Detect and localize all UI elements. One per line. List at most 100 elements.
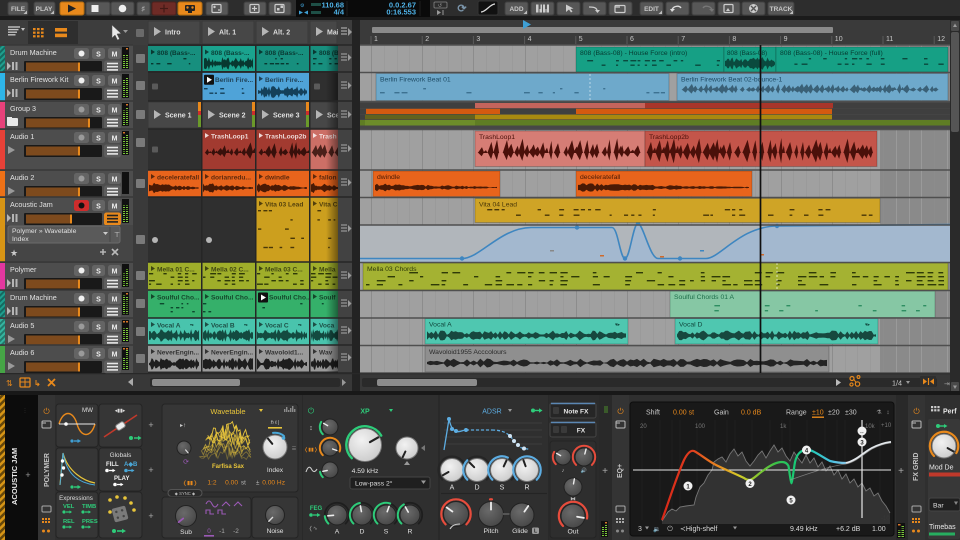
svg-text:Drum Machine: Drum Machine xyxy=(10,293,57,302)
svg-text:5: 5 xyxy=(579,36,583,43)
svg-text:+: + xyxy=(148,465,153,475)
svg-text:9.49 kHz: 9.49 kHz xyxy=(790,526,818,533)
svg-text:1/4: 1/4 xyxy=(892,379,902,388)
svg-text:A: A xyxy=(450,485,455,492)
svg-text:808 (Bass-...: 808 (Bass-... xyxy=(157,50,196,57)
svg-text:Vita 04 Lead: Vita 04 Lead xyxy=(479,202,517,209)
svg-text:FX: FX xyxy=(577,428,586,435)
svg-text:4/4: 4/4 xyxy=(334,8,345,17)
svg-text:±20: ±20 xyxy=(828,410,840,417)
svg-text:M: M xyxy=(112,352,118,359)
svg-text:Soulful Cho...: Soulful Cho... xyxy=(269,295,312,302)
svg-text:10k: 10k xyxy=(865,424,876,430)
svg-text:0.0 dB: 0.0 dB xyxy=(741,410,762,417)
svg-text:Shift: Shift xyxy=(646,410,660,417)
svg-text:Wavoloid1955 Acccolours: Wavoloid1955 Acccolours xyxy=(429,349,507,356)
svg-text:S: S xyxy=(96,352,101,359)
svg-text:REL: REL xyxy=(63,519,75,525)
svg-text:S: S xyxy=(96,269,101,276)
svg-text:Note FX: Note FX xyxy=(564,409,590,416)
svg-text:808 (Bass-08) - House Force (i: 808 (Bass-08) - House Force (intro) xyxy=(580,50,687,57)
svg-text:+: + xyxy=(25,470,30,480)
svg-text:⟳: ⟳ xyxy=(183,459,189,466)
svg-text:7: 7 xyxy=(681,36,685,43)
svg-text:Mella 03 C...: Mella 03 C... xyxy=(265,267,303,274)
svg-text:Wavoloid1...: Wavoloid1... xyxy=(265,350,303,357)
svg-text:1: 1 xyxy=(374,36,378,43)
svg-text:Globals: Globals xyxy=(110,452,132,459)
svg-text:ℏ ℓ |: ℏ ℓ | xyxy=(271,420,280,426)
svg-text:S: S xyxy=(96,325,101,332)
svg-text:Soulful Cho...: Soulful Cho... xyxy=(157,295,200,302)
svg-text:S: S xyxy=(96,297,101,304)
svg-text:6: 6 xyxy=(630,36,634,43)
svg-text:▾▸: ▾▸ xyxy=(615,322,621,328)
svg-text:♪: ♪ xyxy=(562,468,565,474)
svg-text:Index: Index xyxy=(12,236,29,243)
svg-text:Range: Range xyxy=(786,410,807,417)
svg-text:M: M xyxy=(112,297,118,304)
svg-text:R: R xyxy=(408,529,413,536)
svg-text:Bar: Bar xyxy=(933,503,944,510)
svg-text:MW: MW xyxy=(82,407,93,414)
svg-text:S: S xyxy=(96,79,101,86)
svg-text:Alt. 1: Alt. 1 xyxy=(219,30,236,37)
svg-text:A◆B: A◆B xyxy=(124,461,138,468)
svg-text:◆ SYNC ◆: ◆ SYNC ◆ xyxy=(175,491,196,496)
svg-text:9: 9 xyxy=(784,36,788,43)
svg-text:0.00: 0.00 xyxy=(225,480,238,487)
svg-text:▸↑: ▸↑ xyxy=(180,423,186,429)
svg-text:±30: ±30 xyxy=(845,410,857,417)
svg-text:+: + xyxy=(898,466,904,477)
svg-text:⏻: ⏻ xyxy=(617,407,624,416)
svg-text:VEL: VEL xyxy=(63,504,75,510)
svg-text:⏻: ⏻ xyxy=(43,407,50,416)
svg-text:TrashLoop2b: TrashLoop2b xyxy=(265,134,306,141)
svg-text:Mella 01 C...: Mella 01 C... xyxy=(157,267,195,274)
svg-text:↳: ↳ xyxy=(34,379,41,388)
svg-text:ACOUSTIC JAM: ACOUSTIC JAM xyxy=(10,448,19,505)
svg-text:±: ± xyxy=(256,480,260,487)
svg-text:+: + xyxy=(148,511,153,521)
svg-text:deceleratefall: deceleratefall xyxy=(157,175,199,182)
svg-text:dwindle: dwindle xyxy=(377,174,400,181)
svg-text:⚙: ⚙ xyxy=(300,3,305,9)
svg-text:ADD: ADD xyxy=(509,6,523,13)
svg-text:S: S xyxy=(96,108,101,115)
svg-text:Low-pass 2°: Low-pass 2° xyxy=(355,480,393,488)
svg-text:deceleratefall: deceleratefall xyxy=(580,174,621,181)
svg-text:Audio 5: Audio 5 xyxy=(10,321,34,330)
svg-text:+: + xyxy=(148,420,153,430)
svg-text:EDIT: EDIT xyxy=(644,6,659,13)
svg-text:Audio 1: Audio 1 xyxy=(10,132,34,141)
svg-text:↔: ↔ xyxy=(859,430,865,436)
svg-text:1:2: 1:2 xyxy=(207,480,216,487)
svg-text:D: D xyxy=(474,485,479,492)
svg-text:♯: ♯ xyxy=(141,6,145,13)
svg-text:Vocal A: Vocal A xyxy=(429,322,452,329)
svg-text:-2: -2 xyxy=(233,528,239,535)
svg-text:M: M xyxy=(112,108,118,115)
svg-text:🔉: 🔉 xyxy=(653,526,660,533)
svg-text:Mella 02 C...: Mella 02 C... xyxy=(211,267,249,274)
svg-text:Timebas: Timebas xyxy=(929,524,956,531)
svg-text:0:16.553: 0:16.553 xyxy=(386,8,416,17)
svg-text:Out: Out xyxy=(568,529,579,536)
svg-text:1k: 1k xyxy=(780,424,787,430)
svg-text:0.00 Hz: 0.00 Hz xyxy=(262,480,285,487)
svg-text:❬▮▮❭: ❬▮▮❭ xyxy=(304,447,318,453)
svg-text:PLAY: PLAY xyxy=(36,6,53,13)
svg-text:1.00: 1.00 xyxy=(872,526,886,533)
svg-text:Polymer: Polymer xyxy=(10,265,37,274)
svg-text:Gain: Gain xyxy=(714,410,729,417)
svg-text:Berlin Firework Beat 01: Berlin Firework Beat 01 xyxy=(380,77,451,84)
svg-text:⇥: ⇥ xyxy=(944,381,950,388)
svg-text:⚗: ⚗ xyxy=(876,409,882,416)
svg-text:⋮: ⋮ xyxy=(23,408,28,414)
svg-text:Polymer » Wavetable: Polymer » Wavetable xyxy=(12,228,77,235)
svg-text:⏻: ⏻ xyxy=(667,525,673,533)
svg-text:🔊: 🔊 xyxy=(581,467,587,474)
svg-text:ADSR: ADSR xyxy=(482,409,501,416)
svg-text:A: A xyxy=(335,529,340,536)
svg-text:TrashLoop1: TrashLoop1 xyxy=(211,134,249,141)
